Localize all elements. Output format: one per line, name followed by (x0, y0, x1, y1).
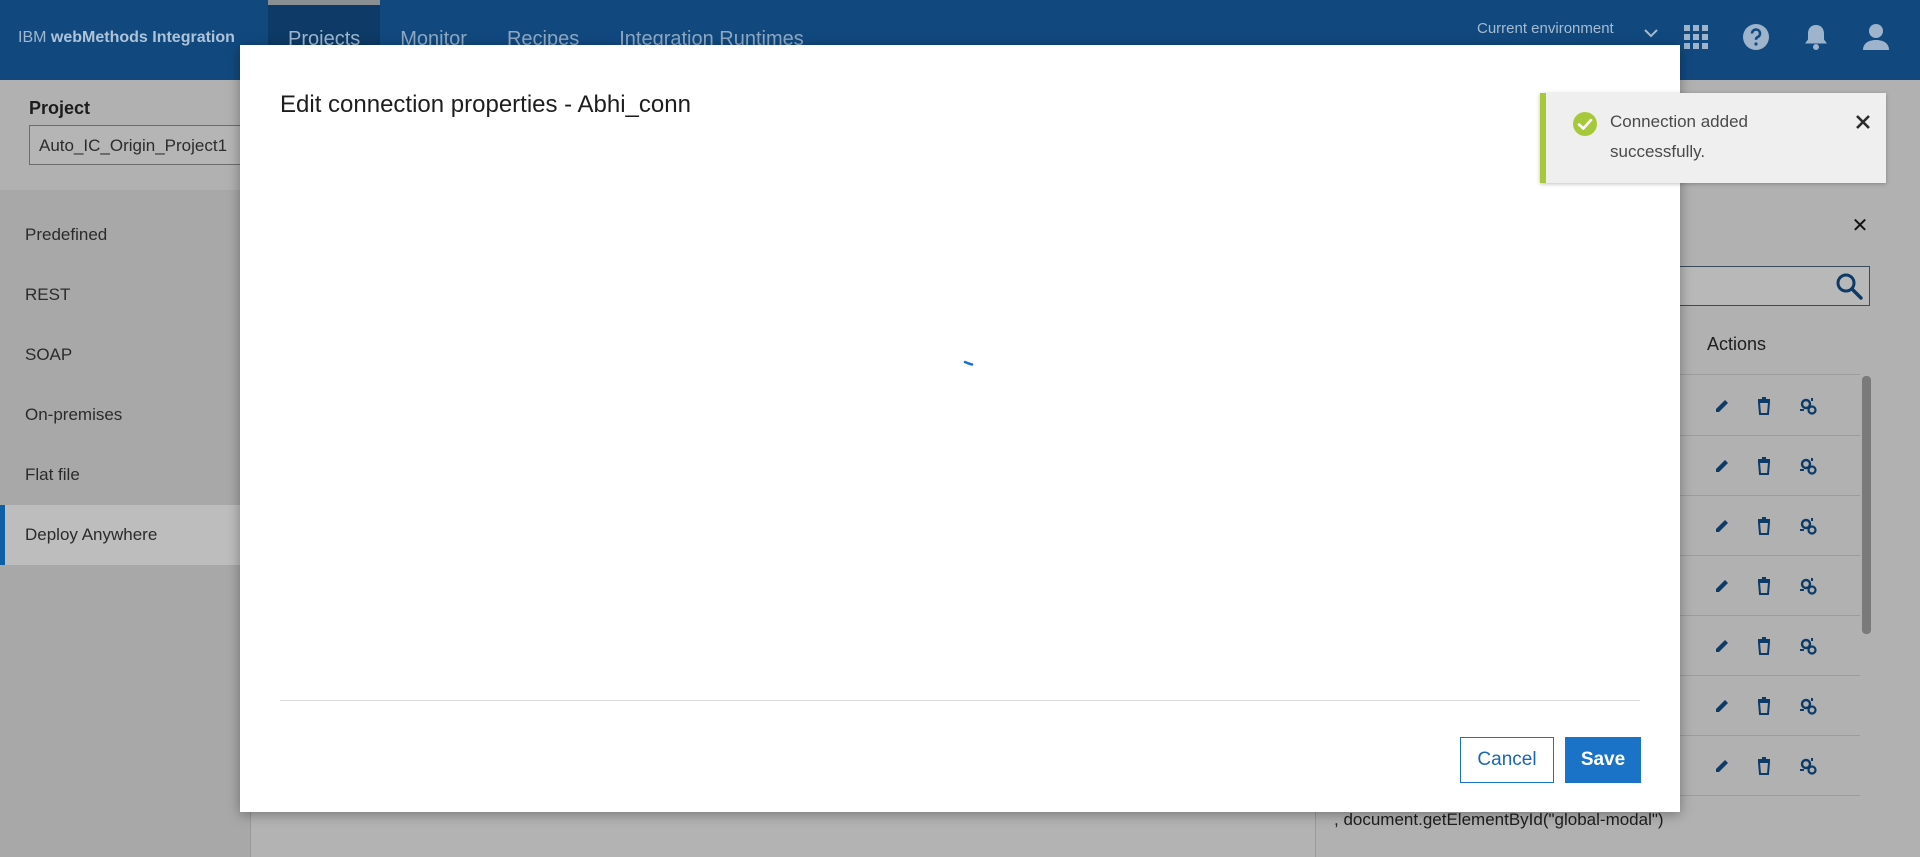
edit-pencil-icon[interactable] (1712, 576, 1732, 596)
user-avatar-icon[interactable] (1861, 22, 1891, 52)
chevron-down-icon[interactable] (1643, 28, 1659, 38)
configure-gear-icon[interactable] (1798, 756, 1818, 776)
edit-pencil-icon[interactable] (1712, 756, 1732, 776)
loading-spinner-icon (963, 360, 974, 366)
sidebar-item-rest[interactable]: REST (0, 265, 250, 325)
configure-gear-icon[interactable] (1798, 516, 1818, 536)
table-row (1660, 496, 1860, 556)
configure-gear-icon[interactable] (1798, 696, 1818, 716)
sidebar-item-on-premises[interactable]: On-premises (0, 385, 250, 445)
edit-pencil-icon[interactable] (1712, 516, 1732, 536)
edit-pencil-icon[interactable] (1712, 456, 1732, 476)
delete-trash-icon[interactable] (1754, 456, 1774, 476)
table-row (1660, 616, 1860, 676)
search-icon[interactable] (1834, 271, 1864, 301)
edit-pencil-icon[interactable] (1712, 696, 1732, 716)
delete-trash-icon[interactable] (1754, 576, 1774, 596)
cancel-button[interactable]: Cancel (1460, 737, 1554, 783)
sidebar-item-soap[interactable]: SOAP (0, 325, 250, 385)
actions-column-header: Actions (1707, 334, 1767, 354)
sidebar-item-predefined[interactable]: Predefined (0, 205, 250, 265)
brand-name: webMethods Integration (50, 29, 235, 46)
edit-pencil-icon[interactable] (1712, 396, 1732, 416)
connector-category-sidebar: Predefined REST SOAP On-premises Flat fi… (0, 190, 250, 857)
configure-gear-icon[interactable] (1798, 576, 1818, 596)
checkmark-circle-icon (1573, 112, 1597, 136)
brand-logo[interactable]: IBM webMethods Integration (18, 29, 235, 47)
table-header-divider (1660, 374, 1860, 375)
table-row (1660, 556, 1860, 616)
project-label: Project (29, 98, 91, 118)
table-row (1660, 436, 1860, 496)
toast-message: Connection added successfully. (1610, 112, 1749, 161)
configure-gear-icon[interactable] (1798, 396, 1818, 416)
close-icon[interactable] (1852, 111, 1874, 133)
brand-prefix: IBM (18, 29, 47, 46)
table-row (1660, 736, 1860, 796)
sidebar-item-deploy-anywhere[interactable]: Deploy Anywhere (0, 505, 250, 565)
modal-title: Edit connection properties - Abhi_conn (280, 91, 691, 118)
close-icon[interactable]: ✕ (1848, 214, 1872, 238)
configure-gear-icon[interactable] (1798, 456, 1818, 476)
app-grid-icon[interactable] (1681, 22, 1711, 52)
success-toast: Connection added successfully. (1540, 93, 1886, 183)
notification-bell-icon[interactable] (1801, 22, 1831, 52)
table-row (1660, 376, 1860, 436)
delete-trash-icon[interactable] (1754, 636, 1774, 656)
delete-trash-icon[interactable] (1754, 516, 1774, 536)
scrollbar[interactable] (1862, 376, 1871, 634)
help-icon[interactable] (1741, 22, 1771, 52)
debug-text: , document.getElementById("global-modal"… (1334, 810, 1664, 829)
main-content-area (250, 810, 1315, 857)
configure-gear-icon[interactable] (1798, 636, 1818, 656)
project-selector[interactable]: Auto_IC_Origin_Project1 (29, 125, 249, 165)
table-row (1660, 676, 1860, 736)
modal-footer-divider (280, 700, 1640, 701)
delete-trash-icon[interactable] (1754, 756, 1774, 776)
edit-pencil-icon[interactable] (1712, 636, 1732, 656)
delete-trash-icon[interactable] (1754, 396, 1774, 416)
edit-connection-modal: Edit connection properties - Abhi_conn C… (240, 45, 1680, 812)
environment-selector-label[interactable]: Current environment (1477, 20, 1614, 37)
delete-trash-icon[interactable] (1754, 696, 1774, 716)
save-button[interactable]: Save (1565, 737, 1641, 783)
sidebar-item-flat-file[interactable]: Flat file (0, 445, 250, 505)
